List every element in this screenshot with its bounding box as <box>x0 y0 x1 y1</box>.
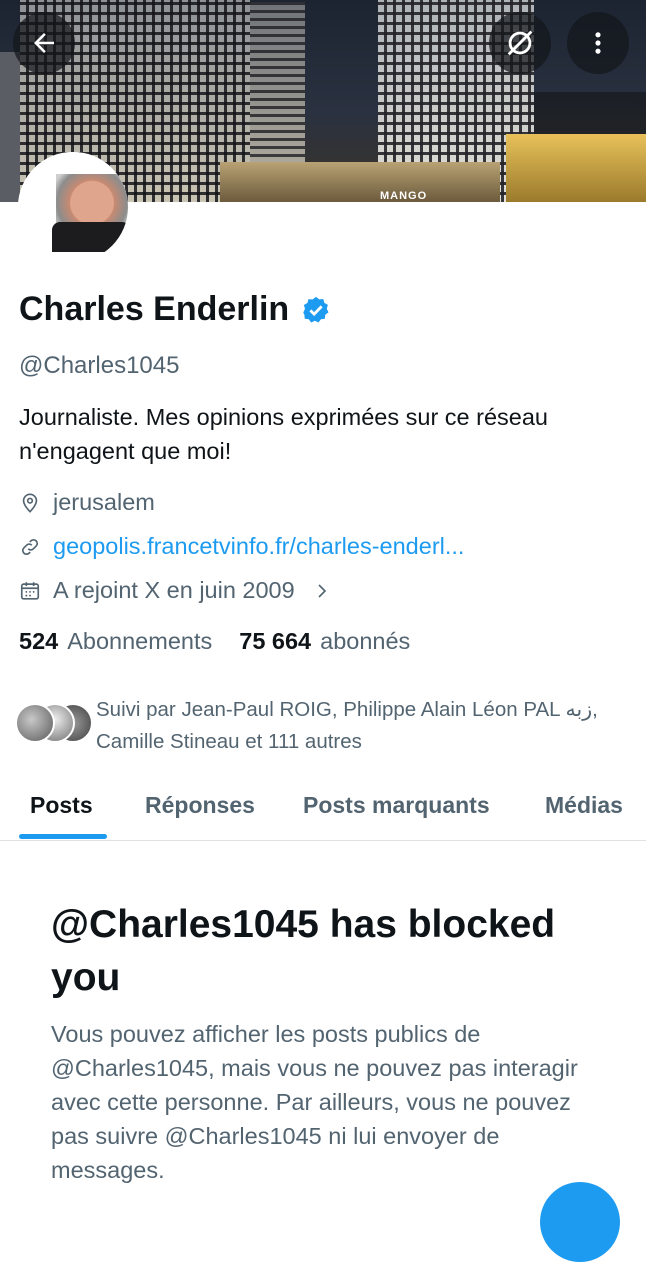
banner-lowrise <box>220 162 500 202</box>
avatar-shirt <box>52 222 128 252</box>
profile-handle: @Charles1045 <box>19 352 180 379</box>
profile-joined[interactable]: A rejoint X en juin 2009 <box>19 577 343 604</box>
tab-highlights[interactable]: Posts marquants <box>303 792 490 819</box>
profile-tabs: Posts Réponses Posts marquants Médias <box>0 780 646 841</box>
back-button[interactable] <box>13 12 75 74</box>
profile-avatar[interactable] <box>18 152 128 262</box>
following-stat[interactable]: 524 Abonnements <box>19 628 212 655</box>
more-vertical-icon <box>595 32 601 54</box>
profile-website[interactable]: geopolis.francetvinfo.fr/charles-enderl.… <box>19 533 464 560</box>
calendar-icon <box>20 581 40 600</box>
location-pin-icon <box>22 492 38 513</box>
profile-bio: Journaliste. Mes opinions exprimées sur … <box>19 404 549 464</box>
profile-name-row: Charles Enderlin <box>19 290 331 329</box>
grok-button[interactable] <box>489 12 551 74</box>
compose-button[interactable] <box>540 1182 620 1262</box>
blocked-title: @Charles1045 has blocked you <box>51 903 556 999</box>
banner-kiosk <box>506 134 646 202</box>
followers-stat[interactable]: 75 664 abonnés <box>239 628 410 655</box>
followed-by-text[interactable]: Suivi par Jean-Paul ROIG, Philippe Alain… <box>96 694 626 758</box>
verified-badge-icon[interactable] <box>301 295 331 325</box>
link-icon <box>21 538 39 555</box>
following-label: Abonnements <box>67 628 213 654</box>
avatar <box>15 703 55 743</box>
joined-text: A rejoint X en juin 2009 <box>53 577 295 603</box>
followers-label: abonnés <box>320 628 411 654</box>
tab-media[interactable]: Médias <box>545 792 623 819</box>
location-text: jerusalem <box>53 489 155 515</box>
arrow-left-icon <box>34 33 54 53</box>
followed-by-avatars[interactable] <box>15 703 93 743</box>
website-link[interactable]: geopolis.francetvinfo.fr/charles-enderl.… <box>53 533 464 560</box>
active-tab-indicator <box>19 834 107 839</box>
tab-replies[interactable]: Réponses <box>145 792 255 819</box>
blocked-body: Vous pouvez afficher les posts publics d… <box>51 1021 578 1183</box>
profile-location: jerusalem <box>19 489 155 516</box>
tab-posts[interactable]: Posts <box>30 792 93 819</box>
slashed-circle-icon <box>507 30 533 56</box>
avatar-photo <box>18 152 128 262</box>
followers-count: 75 664 <box>239 628 312 654</box>
profile-name: Charles Enderlin <box>19 290 290 328</box>
more-button[interactable] <box>567 12 629 74</box>
banner-shop-sign: MANGO <box>380 190 428 202</box>
following-count: 524 <box>19 628 59 654</box>
profile-stats: 524 Abonnements 75 664 abonnés <box>19 628 410 655</box>
chevron-right-icon <box>318 583 326 598</box>
